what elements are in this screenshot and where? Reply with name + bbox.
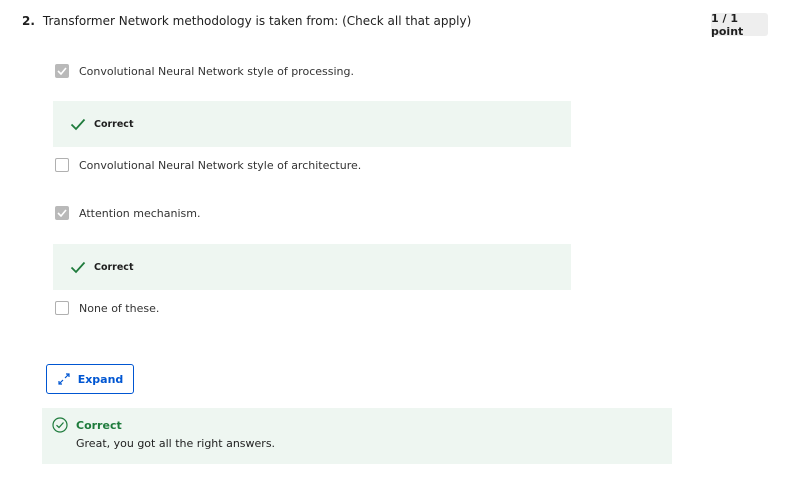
checkbox-unchecked[interactable] (55, 158, 69, 172)
check-circle-icon (52, 417, 68, 433)
question-text: Transformer Network methodology is taken… (42, 14, 472, 28)
expand-label: Expand (77, 372, 124, 386)
option-3[interactable]: Attention mechanism. (55, 203, 200, 223)
option-1[interactable]: Convolutional Neural Network style of pr… (55, 61, 354, 81)
check-icon (70, 118, 86, 131)
option-label: None of these. (79, 301, 160, 315)
checkmark-icon (57, 209, 67, 217)
option-2[interactable]: Convolutional Neural Network style of ar… (55, 155, 361, 175)
checkbox-unchecked[interactable] (55, 301, 69, 315)
checkbox-checked[interactable] (55, 206, 69, 220)
feedback-label: Correct (94, 261, 134, 273)
expand-button[interactable]: Expand (46, 364, 134, 394)
checkbox-checked[interactable] (55, 64, 69, 78)
score-badge: 1 / 1 point (711, 12, 768, 38)
option-4[interactable]: None of these. (55, 298, 159, 318)
result-title: Correct (76, 419, 122, 432)
option-label: Convolutional Neural Network style of pr… (79, 64, 354, 78)
option-3-feedback: Correct (53, 244, 571, 290)
result-message: Great, you got all the right answers. (76, 437, 276, 450)
question-number: 2. (22, 14, 35, 28)
option-1-feedback: Correct (53, 101, 571, 147)
feedback-label: Correct (94, 118, 134, 130)
checkmark-icon (57, 67, 67, 75)
check-icon (70, 261, 86, 274)
result-box: Correct Great, you got all the right ans… (42, 408, 672, 464)
option-label: Convolutional Neural Network style of ar… (79, 158, 362, 172)
question-header: 2. Transformer Network methodology is ta… (22, 14, 471, 28)
option-label: Attention mechanism. (79, 206, 201, 220)
expand-arrows-icon (57, 373, 71, 385)
